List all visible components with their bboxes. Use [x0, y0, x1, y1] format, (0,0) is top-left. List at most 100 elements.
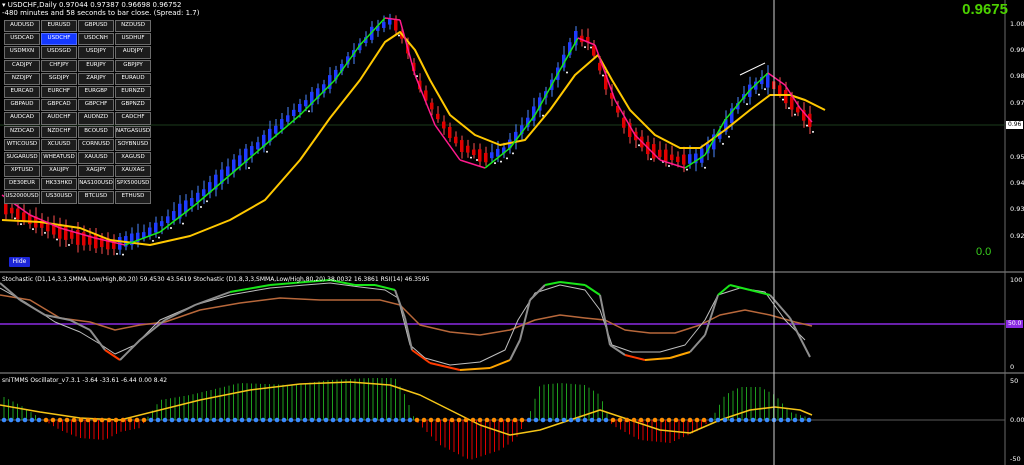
signal-dot [794, 113, 796, 116]
oscillator-zero-dot [729, 417, 735, 423]
symbol-button-usdchf[interactable]: USDCHF [41, 33, 77, 46]
symbol-button-usdjpy[interactable]: USDJPY [78, 46, 114, 59]
signal-dot [398, 34, 400, 37]
symbol-button-zarjpy[interactable]: ZARJPY [78, 72, 114, 85]
symbol-button-cadchf[interactable]: CADCHF [115, 112, 151, 125]
symbol-button-usdhuf[interactable]: USDHUF [115, 33, 151, 46]
symbol-button-gbpchf[interactable]: GBPCHF [78, 99, 114, 112]
symbol-button-gbpnzd[interactable]: GBPNZD [115, 99, 151, 112]
symbol-button-btcusd[interactable]: BTCUSD [78, 191, 114, 204]
symbol-button-usdcad[interactable]: USDCAD [4, 33, 40, 46]
symbol-button-nas100usd[interactable]: NAS100USD [78, 178, 114, 191]
symbol-button-eurcad[interactable]: EURCAD [4, 85, 40, 99]
symbol-button-eurchf[interactable]: EURCHF [41, 85, 77, 99]
symbol-button-us2000usd[interactable]: US2000USD [4, 191, 40, 204]
symbol-button-xagusd[interactable]: XAGUSD [115, 151, 151, 165]
oscillator-zero-dot [50, 417, 56, 423]
symbol-button-wheatusd[interactable]: WHEATUSD [41, 151, 77, 165]
symbol-button-usdmxn[interactable]: USDMXN [4, 46, 40, 59]
symbol-button-nzdjpy[interactable]: NZDJPY [4, 72, 40, 85]
oscillator-zero-dot [127, 417, 133, 423]
symbol-button-wticousd[interactable]: WTICOUSD [4, 138, 40, 151]
stochastic-main-line [729, 284, 751, 291]
oscillator-zero-dot [246, 417, 252, 423]
oscillator-zero-dot [190, 417, 196, 423]
symbol-button-xcuusd[interactable]: XCUUSD [41, 138, 77, 151]
symbol-button-spx500usd[interactable]: SPX500USD [115, 178, 151, 191]
oscillator-zero-dot [85, 417, 91, 423]
oscillator-zero-dot [134, 417, 140, 423]
oscillator-zero-dot [547, 417, 553, 423]
symbol-button-nzdchf[interactable]: NZDCHF [41, 125, 77, 138]
hide-button[interactable]: Hide [9, 257, 30, 267]
oscillator-zero-dot [778, 417, 784, 423]
signal-dot [182, 222, 184, 225]
oscillator-zero-dot [29, 417, 35, 423]
symbol-button-audusd[interactable]: AUDUSD [4, 20, 40, 33]
candle-body [484, 152, 488, 163]
symbol-button-de30eur[interactable]: DE30EUR [4, 178, 40, 191]
symbol-button-gbpcad[interactable]: GBPCAD [41, 99, 77, 112]
oscillator-zero-dot [92, 417, 98, 423]
symbol-button-bcousd[interactable]: BCOUSD [78, 125, 114, 138]
symbol-button-us30usd[interactable]: US30USD [41, 191, 77, 204]
price-tick: 0.92 [1010, 232, 1024, 240]
symbol-button-audchf[interactable]: AUDCHF [41, 112, 77, 125]
symbol-button-xptusd[interactable]: XPTUSD [4, 165, 40, 178]
price-tick: 0.97 [1010, 99, 1024, 107]
symbol-button-audnzd[interactable]: AUDNZD [78, 112, 114, 125]
stoch-tick: 0 [1010, 363, 1015, 371]
symbol-button-audjpy[interactable]: AUDJPY [115, 46, 151, 59]
oscillator-zero-dot [687, 417, 693, 423]
oscillator-zero-dot [295, 417, 301, 423]
symbol-button-chfjpy[interactable]: CHFJPY [41, 59, 77, 72]
osc-tick: 50 [1010, 377, 1019, 385]
current-price-tag: 0.96 [1006, 121, 1024, 129]
symbol-button-nzdcad[interactable]: NZDCAD [4, 125, 40, 138]
symbol-button-soybnusd[interactable]: SOYBNUSD [115, 138, 151, 151]
symbol-button-nzdusd[interactable]: NZDUSD [115, 20, 151, 33]
symbol-button-gbpjpy[interactable]: GBPJPY [115, 59, 151, 72]
symbol-button-usdsgd[interactable]: USDSGD [41, 46, 77, 59]
oscillator-zero-dot [610, 417, 616, 423]
symbol-button-eurusd[interactable]: EURUSD [41, 20, 77, 33]
signal-dot [728, 135, 730, 138]
symbol-button-gbpusd[interactable]: GBPUSD [78, 20, 114, 33]
fast-moving-average [534, 69, 561, 116]
oscillator-zero-dot [666, 417, 672, 423]
signal-dot [56, 238, 58, 241]
symbol-button-xauxag[interactable]: XAUXAG [115, 165, 151, 178]
symbol-button-xaujpy[interactable]: XAUJPY [41, 165, 77, 178]
symbol-button-xagjpy[interactable]: XAGJPY [78, 165, 114, 178]
symbol-button-natgasusd[interactable]: NATGASUSD [115, 125, 151, 138]
oscillator-zero-dot [449, 417, 455, 423]
oscillator-zero-dot [785, 417, 791, 423]
oscillator-zero-dot [694, 417, 700, 423]
symbol-button-cadjpy[interactable]: CADJPY [4, 59, 40, 72]
stochastic-main-line [519, 299, 531, 341]
oscillator-zero-dot [561, 417, 567, 423]
symbol-button-sugarusd[interactable]: SUGARUSD [4, 151, 40, 165]
stochastic-main-line [644, 357, 671, 361]
candle-body [58, 223, 62, 239]
symbol-button-ethusd[interactable]: ETHUSD [115, 191, 151, 204]
signal-dot [746, 103, 748, 106]
oscillator-zero-dot [197, 417, 203, 423]
fast-moving-average [767, 72, 786, 86]
symbol-button-usdcnh[interactable]: USDCNH [78, 33, 114, 46]
oscillator-zero-dot [799, 417, 805, 423]
chart-canvas[interactable] [0, 0, 1024, 465]
stochastic-main-line [509, 339, 521, 361]
symbol-button-hk33hkd[interactable]: HK33HKD [41, 178, 77, 191]
symbol-button-cornusd[interactable]: CORNUSD [78, 138, 114, 151]
symbol-button-eurjpy[interactable]: EURJPY [78, 59, 114, 72]
symbol-button-gbpaud[interactable]: GBPAUD [4, 99, 40, 112]
symbol-button-audcad[interactable]: AUDCAD [4, 112, 40, 125]
symbol-button-xauusd[interactable]: XAUUSD [78, 151, 114, 165]
oscillator-zero-dot [239, 417, 245, 423]
symbol-button-eurnzd[interactable]: EURNZD [115, 85, 151, 99]
osc-tick: -50 [1010, 455, 1021, 463]
symbol-button-eurgbp[interactable]: EURGBP [78, 85, 114, 99]
symbol-button-sgdjpy[interactable]: SGDJPY [41, 72, 77, 85]
symbol-button-euraud[interactable]: EURAUD [115, 72, 151, 85]
